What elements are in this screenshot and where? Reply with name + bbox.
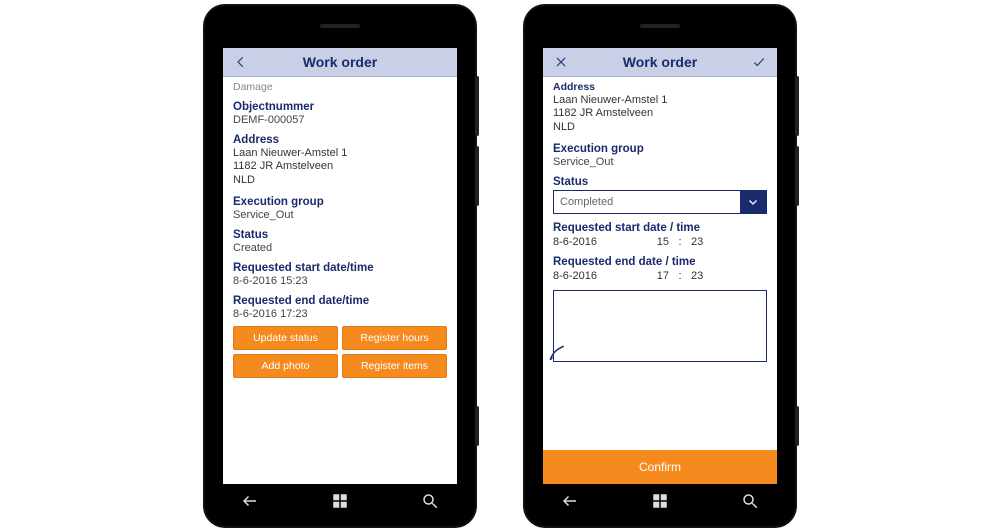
side-button bbox=[475, 146, 479, 206]
windows-icon bbox=[651, 492, 669, 510]
add-photo-button[interactable]: Add photo bbox=[233, 354, 338, 378]
execution-group-value: Service_Out bbox=[553, 156, 767, 168]
hardware-buttons bbox=[205, 490, 475, 518]
phone-frame-left: Work order Damage Objectnummer DEMF-0000… bbox=[205, 6, 475, 526]
req-end-date[interactable]: 8-6-2016 bbox=[553, 270, 623, 282]
address-line3: NLD bbox=[233, 174, 447, 188]
address-line1: Laan Nieuwer-Amstel 1 bbox=[553, 94, 767, 108]
req-start-value: 8-6-2016 15:23 bbox=[233, 275, 447, 287]
hw-back-button[interactable] bbox=[561, 492, 579, 515]
pen-icon bbox=[548, 344, 566, 362]
address-line2: 1182 JR Amstelveen bbox=[553, 107, 767, 121]
content-right: Address Laan Nieuwer-Amstel 1 1182 JR Am… bbox=[543, 77, 777, 450]
dropdown-arrow bbox=[740, 191, 766, 213]
search-icon bbox=[741, 492, 759, 510]
arrow-left-icon bbox=[561, 492, 579, 510]
status-dropdown-value: Completed bbox=[554, 191, 740, 213]
req-end-label: Requested end date / time bbox=[553, 256, 767, 268]
hw-back-button[interactable] bbox=[241, 492, 259, 515]
hw-start-button[interactable] bbox=[651, 492, 669, 515]
register-items-button[interactable]: Register items bbox=[342, 354, 447, 378]
req-end-label: Requested end date/time bbox=[233, 295, 447, 307]
req-end-value: 8-6-2016 17:23 bbox=[233, 308, 447, 320]
status-value: Created bbox=[233, 242, 447, 254]
titlebar: Work order bbox=[223, 48, 457, 77]
time-separator: : bbox=[675, 270, 685, 282]
phone-frame-right: Work order Address Laan Nieuwer-Amstel 1… bbox=[525, 6, 795, 526]
req-start-date[interactable]: 8-6-2016 bbox=[553, 236, 623, 248]
phone-speaker bbox=[640, 24, 680, 28]
screen-left: Work order Damage Objectnummer DEMF-0000… bbox=[223, 48, 457, 484]
windows-icon bbox=[331, 492, 349, 510]
hardware-buttons bbox=[525, 490, 795, 518]
hw-search-button[interactable] bbox=[741, 492, 759, 515]
side-button bbox=[795, 146, 799, 206]
req-start-min[interactable]: 23 bbox=[691, 236, 721, 248]
address-label-partial: Address bbox=[553, 81, 767, 93]
prev-field-tail: Damage bbox=[233, 81, 447, 93]
confirm-button[interactable]: Confirm bbox=[543, 450, 777, 484]
close-button[interactable] bbox=[549, 55, 573, 69]
address-value: Laan Nieuwer-Amstel 1 1182 JR Amstelveen… bbox=[233, 147, 447, 188]
screen-right: Work order Address Laan Nieuwer-Amstel 1… bbox=[543, 48, 777, 484]
side-button bbox=[475, 76, 479, 136]
address-value: Laan Nieuwer-Amstel 1 1182 JR Amstelveen… bbox=[553, 94, 767, 135]
chevron-down-icon bbox=[747, 196, 759, 208]
page-title: Work order bbox=[573, 54, 747, 70]
content-left: Damage Objectnummer DEMF-000057 Address … bbox=[223, 77, 457, 484]
arrow-left-icon bbox=[241, 492, 259, 510]
address-line3: NLD bbox=[553, 121, 767, 135]
action-buttons: Update status Register hours Add photo R… bbox=[233, 320, 447, 378]
time-separator: : bbox=[675, 236, 685, 248]
hw-search-button[interactable] bbox=[421, 492, 439, 515]
signature-box[interactable] bbox=[553, 290, 767, 362]
req-start-hour[interactable]: 15 bbox=[629, 236, 669, 248]
side-button bbox=[475, 406, 479, 446]
req-start-row: 8-6-2016 15 : 23 bbox=[553, 236, 767, 248]
side-button bbox=[795, 406, 799, 446]
hw-start-button[interactable] bbox=[331, 492, 349, 515]
close-icon bbox=[554, 55, 568, 69]
check-icon bbox=[752, 55, 766, 69]
titlebar: Work order bbox=[543, 48, 777, 77]
update-status-button[interactable]: Update status bbox=[233, 326, 338, 350]
req-end-hour[interactable]: 17 bbox=[629, 270, 669, 282]
req-start-label: Requested start date / time bbox=[553, 222, 767, 234]
address-line1: Laan Nieuwer-Amstel 1 bbox=[233, 147, 447, 161]
back-button[interactable] bbox=[229, 55, 253, 69]
req-end-row: 8-6-2016 17 : 23 bbox=[553, 270, 767, 282]
req-end-min[interactable]: 23 bbox=[691, 270, 721, 282]
accept-button[interactable] bbox=[747, 55, 771, 69]
status-label: Status bbox=[233, 229, 447, 241]
phone-speaker bbox=[320, 24, 360, 28]
register-hours-button[interactable]: Register hours bbox=[342, 326, 447, 350]
objectnummer-value: DEMF-000057 bbox=[233, 114, 447, 126]
execution-group-label: Execution group bbox=[233, 196, 447, 208]
chevron-left-icon bbox=[234, 55, 248, 69]
execution-group-label: Execution group bbox=[553, 143, 767, 155]
status-dropdown[interactable]: Completed bbox=[553, 190, 767, 214]
address-line2: 1182 JR Amstelveen bbox=[233, 160, 447, 174]
page-title: Work order bbox=[253, 54, 427, 70]
req-start-label: Requested start date/time bbox=[233, 262, 447, 274]
signature-pen-indicator bbox=[548, 344, 566, 365]
address-label: Address bbox=[233, 134, 447, 146]
objectnummer-label: Objectnummer bbox=[233, 101, 447, 113]
search-icon bbox=[421, 492, 439, 510]
execution-group-value: Service_Out bbox=[233, 209, 447, 221]
status-label: Status bbox=[553, 176, 767, 188]
side-button bbox=[795, 76, 799, 136]
